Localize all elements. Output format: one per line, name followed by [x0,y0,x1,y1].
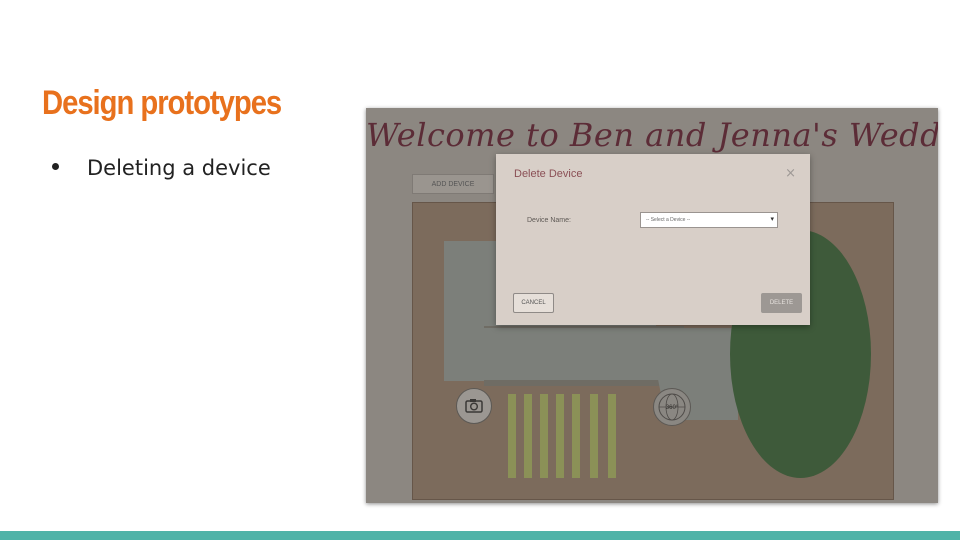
bullet-item: Deleting a device [52,156,271,180]
globe-360-label: 360° [666,405,679,411]
bullet-text: Deleting a device [87,156,271,180]
table-stripe [572,394,580,478]
camera-button[interactable] [456,388,492,424]
cancel-button[interactable]: CANCEL [513,293,554,313]
table-stripe [608,394,616,478]
device-name-select[interactable]: -- Select a Device -- ▾ [640,212,778,228]
app-header-title: Welcome to Ben and Jenna's Wedding [366,116,938,154]
view-360-button[interactable]: 360° [653,388,691,426]
table-stripe [556,394,564,478]
close-icon[interactable]: × [785,166,796,181]
table-stripe [590,394,598,478]
device-name-label: Device Name: [527,217,571,224]
bottom-accent-bar [0,531,960,540]
table-stripe [524,394,532,478]
chevron-down-icon: ▾ [770,216,774,223]
delete-device-dialog: Delete Device × Device Name: -- Select a… [496,154,810,325]
dialog-title: Delete Device [514,168,583,180]
add-device-button[interactable]: ADD DEVICE [412,174,494,194]
table-stripe [508,394,516,478]
device-select-value: -- Select a Device -- [646,217,691,223]
delete-button[interactable]: DELETE [761,293,802,313]
table-stripe [540,394,548,478]
bullet-dot [52,162,59,170]
app-screenshot: Welcome to Ben and Jenna's Wedding ADD D… [366,108,938,503]
camera-icon [465,399,483,413]
slide-title: Design prototypes [42,84,282,122]
globe-360-icon: 360° [658,393,686,421]
